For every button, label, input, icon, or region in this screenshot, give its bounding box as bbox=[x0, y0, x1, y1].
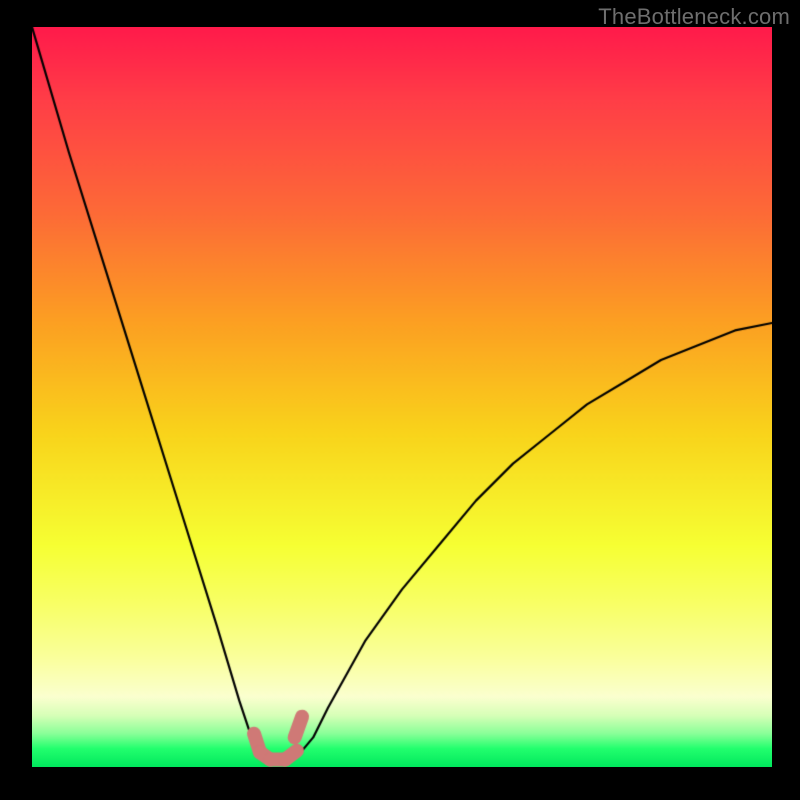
watermark-text: TheBottleneck.com bbox=[598, 4, 790, 30]
chart-frame bbox=[32, 27, 772, 767]
bottleneck-curve bbox=[32, 27, 772, 767]
